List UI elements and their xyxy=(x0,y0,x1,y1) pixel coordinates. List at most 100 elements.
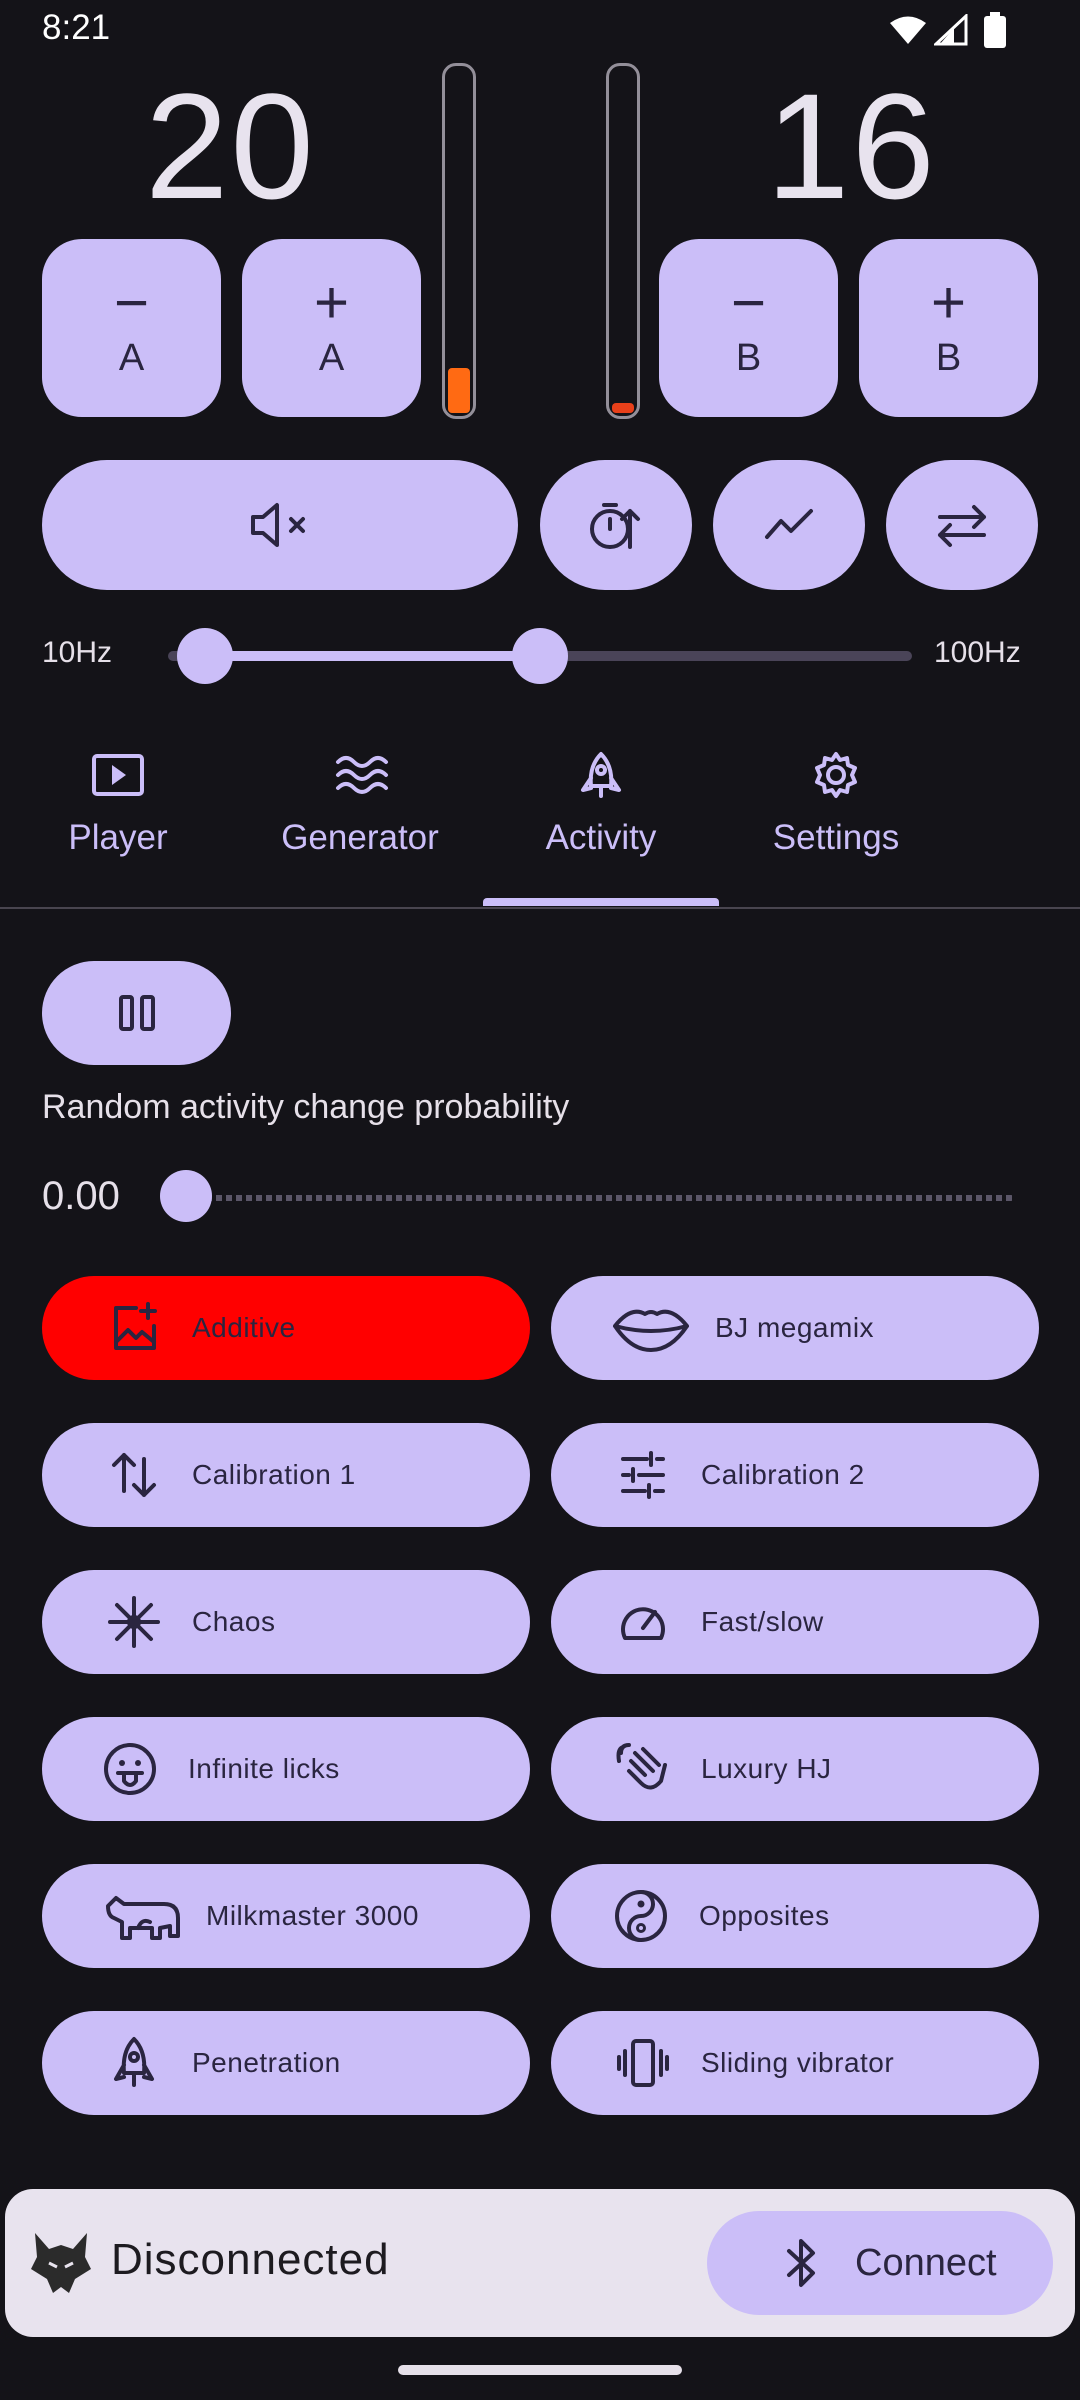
rocket-icon xyxy=(114,2037,154,2087)
tab-label: Generator xyxy=(281,818,439,857)
tune-icon xyxy=(621,1451,665,1499)
vibrate-icon xyxy=(617,2039,669,2087)
tab-label: Player xyxy=(68,818,168,857)
swap-vertical-icon xyxy=(112,1453,156,1497)
waves-icon xyxy=(336,756,388,794)
tongue-face-icon xyxy=(104,1743,156,1795)
plus-icon: + xyxy=(313,268,350,336)
bluetooth-icon xyxy=(787,2239,815,2287)
play-box-icon xyxy=(92,754,144,796)
connection-status: Disconnected xyxy=(111,2235,390,2284)
activity-fast-slow-button[interactable]: Fast/slow xyxy=(551,1570,1039,1674)
channel-a-label: A xyxy=(118,336,145,379)
channel-a-meter-fill xyxy=(448,368,470,413)
swap-arrows-icon xyxy=(938,505,986,547)
activity-additive-button[interactable]: Additive xyxy=(42,1276,530,1380)
activity-penetration-button[interactable]: Penetration xyxy=(42,2011,530,2115)
minus-icon: − xyxy=(113,268,150,336)
channel-b-decrease-button[interactable]: − B xyxy=(659,239,838,417)
activity-sliding-vibrator-button[interactable]: Sliding vibrator xyxy=(551,2011,1039,2115)
hand-wave-icon xyxy=(616,1743,667,1790)
tab-divider xyxy=(0,907,1080,909)
volume-off-icon xyxy=(251,503,305,547)
lips-icon xyxy=(613,1309,689,1352)
channel-a-increase-button[interactable]: + A xyxy=(242,239,421,417)
tab-settings[interactable]: Settings xyxy=(718,730,954,908)
channel-a-label: A xyxy=(318,336,345,379)
activity-label: Penetration xyxy=(192,2047,341,2078)
signal-icon xyxy=(934,14,968,46)
activity-label: Luxury HJ xyxy=(701,1753,832,1784)
plus-icon: + xyxy=(930,268,967,336)
activity-label: BJ megamix xyxy=(715,1312,875,1343)
channel-a-meter xyxy=(442,63,476,419)
activity-bj-megamix-button[interactable]: BJ megamix xyxy=(551,1276,1039,1380)
tab-label: Activity xyxy=(545,818,657,857)
tab-generator[interactable]: Generator xyxy=(242,730,478,908)
minus-icon: − xyxy=(730,268,767,336)
speedometer-icon xyxy=(621,1607,665,1640)
channel-a-value: 20 xyxy=(145,62,316,230)
rocket-icon xyxy=(581,752,621,798)
timer-button[interactable] xyxy=(540,460,692,590)
gear-icon xyxy=(815,752,857,798)
activity-calibration-2-button[interactable]: Calibration 2 xyxy=(551,1423,1039,1527)
activity-milkmaster-3000-button[interactable]: Milkmaster 3000 xyxy=(42,1864,530,1968)
timer-up-icon xyxy=(590,503,640,549)
activity-calibration-1-button[interactable]: Calibration 1 xyxy=(42,1423,530,1527)
activity-label: Infinite licks xyxy=(188,1753,340,1784)
activity-label: Additive xyxy=(192,1312,296,1343)
cow-icon xyxy=(106,1896,180,1940)
wolf-logo-icon xyxy=(31,2233,91,2293)
connect-button[interactable]: Connect xyxy=(707,2211,1053,2315)
activity-chaos-button[interactable]: Chaos xyxy=(42,1570,530,1674)
channel-b-value: 16 xyxy=(766,62,937,230)
activity-label: Calibration 1 xyxy=(192,1459,356,1490)
tab-player[interactable]: Player xyxy=(0,730,236,908)
status-time: 8:21 xyxy=(42,8,111,47)
activity-opposites-button[interactable]: Opposites xyxy=(551,1864,1039,1968)
channel-b-increase-button[interactable]: + B xyxy=(859,239,1038,417)
battery-icon xyxy=(984,12,1006,48)
probability-value: 0.00 xyxy=(42,1174,120,1218)
activity-label: Sliding vibrator xyxy=(701,2047,895,2078)
connection-bar: Disconnected Connect xyxy=(5,2189,1075,2337)
frequency-max-label: 100Hz xyxy=(934,636,1021,669)
trend-line-icon xyxy=(765,509,813,539)
activity-luxury-hj-button[interactable]: Luxury HJ xyxy=(551,1717,1039,1821)
activity-label: Milkmaster 3000 xyxy=(206,1900,419,1931)
tab-label: Settings xyxy=(772,818,900,857)
starburst-icon xyxy=(108,1596,160,1648)
activity-infinite-licks-button[interactable]: Infinite licks xyxy=(42,1717,530,1821)
channel-a-decrease-button[interactable]: − A xyxy=(42,239,221,417)
channel-b-label: B xyxy=(935,336,962,379)
activity-label: Chaos xyxy=(192,1606,276,1637)
frequency-min-thumb[interactable] xyxy=(177,628,234,684)
yin-yang-icon xyxy=(615,1890,667,1942)
probability-label: Random activity change probability xyxy=(42,1088,570,1126)
mute-button[interactable] xyxy=(42,460,518,590)
graph-button[interactable] xyxy=(713,460,865,590)
add-photo-icon xyxy=(114,1302,157,1350)
home-indicator xyxy=(398,2365,682,2375)
swap-button[interactable] xyxy=(886,460,1038,590)
pause-icon xyxy=(118,995,155,1031)
connect-button-label: Connect xyxy=(855,2241,997,2284)
tab-bar: Player Generator Activity Settings xyxy=(0,730,1080,908)
activity-label: Fast/slow xyxy=(701,1606,824,1637)
tab-indicator xyxy=(483,898,719,906)
probability-slider[interactable] xyxy=(160,1170,1014,1222)
probability-thumb[interactable] xyxy=(160,1170,212,1222)
frequency-range-slider[interactable] xyxy=(168,628,912,684)
pause-button[interactable] xyxy=(42,961,231,1065)
activity-label: Calibration 2 xyxy=(701,1459,865,1490)
activity-label: Opposites xyxy=(699,1900,830,1931)
frequency-max-thumb[interactable] xyxy=(512,628,568,684)
status-bar: 8:21 xyxy=(0,0,1080,60)
frequency-min-label: 10Hz xyxy=(42,636,113,669)
frequency-range-active xyxy=(205,651,540,661)
channel-b-label: B xyxy=(735,336,762,379)
tab-activity[interactable]: Activity xyxy=(483,730,719,908)
wifi-icon xyxy=(890,16,926,44)
channel-b-meter-fill xyxy=(612,403,634,413)
